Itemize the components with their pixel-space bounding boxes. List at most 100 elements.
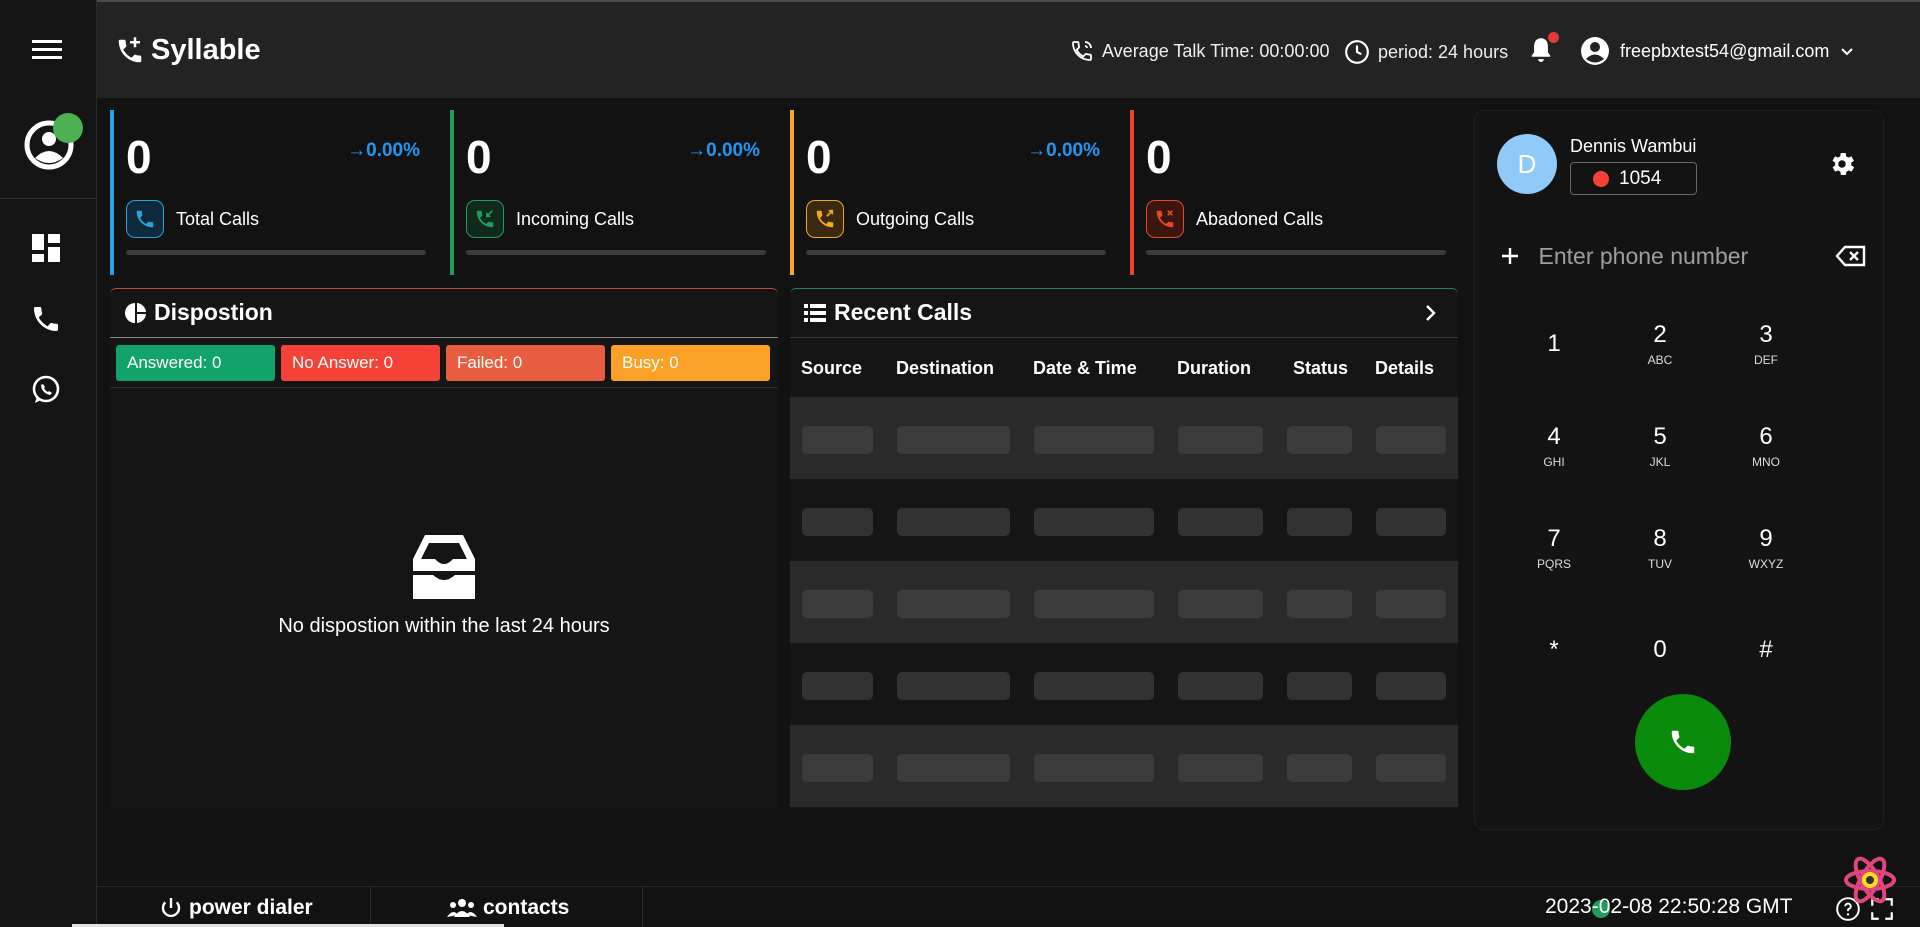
stat-label: Outgoing Calls xyxy=(856,209,975,229)
key-digit: 0 xyxy=(1653,636,1667,663)
pie-chart-icon xyxy=(125,302,146,323)
top-header: Syllable Average Talk Time: 00:00:00 per… xyxy=(97,0,1920,98)
keypad-key-5[interactable]: 5 JKL xyxy=(1607,395,1713,497)
divider xyxy=(790,337,1458,338)
key-letters: WXYZ xyxy=(1748,557,1784,571)
extension-number: 1054 xyxy=(1619,167,1662,189)
keypad-key-hash[interactable]: # xyxy=(1713,599,1819,701)
chip-failed[interactable]: Failed: 0 xyxy=(446,345,605,381)
key-letters: MNO xyxy=(1752,455,1780,469)
bell-icon[interactable] xyxy=(1527,32,1559,66)
sidebar-divider xyxy=(0,198,97,199)
agent-name: Dennis Wambui xyxy=(1570,136,1697,156)
keypad-key-6[interactable]: 6 MNO xyxy=(1713,395,1819,497)
stat-progress-track xyxy=(806,250,1106,255)
chip-no-answer[interactable]: No Answer: 0 xyxy=(281,345,440,381)
skeleton-cell xyxy=(1178,590,1263,618)
stat-accent-bar xyxy=(450,110,454,275)
keypad-key-4[interactable]: 4 GHI xyxy=(1501,395,1607,497)
chip-busy[interactable]: Busy: 0 xyxy=(611,345,770,381)
column-header[interactable]: Source xyxy=(801,358,862,379)
keypad-key-7[interactable]: 7 PQRS xyxy=(1501,497,1607,599)
period-label: period: 24 hours xyxy=(1378,41,1509,62)
skeleton-cell xyxy=(802,508,873,536)
skeleton-cell xyxy=(1178,426,1263,454)
phone-in-talk-icon xyxy=(1072,41,1092,61)
skeleton-cell xyxy=(802,754,873,782)
keypad-key-8[interactable]: 8 TUV xyxy=(1607,497,1713,599)
skeleton-cell xyxy=(1178,672,1263,700)
dashboard-icon[interactable] xyxy=(30,232,66,268)
phone-icon xyxy=(126,200,164,238)
chevron-down-icon xyxy=(1841,48,1854,56)
empty-message: No dispostion within the last 24 hours xyxy=(278,615,610,637)
column-header[interactable]: Details xyxy=(1375,358,1434,379)
phone-number-input[interactable] xyxy=(1526,242,1835,270)
key-letters: TUV xyxy=(1648,557,1672,571)
skeleton-cell xyxy=(1034,508,1154,536)
column-header[interactable]: Destination xyxy=(896,358,994,379)
extension-selector[interactable]: 1054 xyxy=(1570,162,1697,195)
whatsapp-icon[interactable] xyxy=(30,374,66,410)
menu-icon[interactable] xyxy=(32,37,62,63)
skeleton-cell xyxy=(1178,508,1263,536)
chevron-right-icon[interactable] xyxy=(1420,303,1440,323)
skeleton-cell xyxy=(1287,754,1352,782)
stat-progress-track xyxy=(1146,250,1446,255)
column-header[interactable]: Status xyxy=(1293,358,1348,379)
phone-icon[interactable] xyxy=(30,303,66,339)
keypad-key-2[interactable]: 2 ABC xyxy=(1607,293,1713,395)
skeleton-cell xyxy=(1376,508,1446,536)
stat-accent-bar xyxy=(110,110,114,275)
skeleton-cell xyxy=(897,590,1010,618)
keypad-key-0[interactable]: 0 xyxy=(1607,599,1713,701)
skeleton-cell xyxy=(897,426,1010,454)
power-icon xyxy=(161,897,181,917)
key-letters: ABC xyxy=(1647,353,1673,367)
contacts-label: contacts xyxy=(483,895,570,919)
contacts-button[interactable]: contacts xyxy=(447,887,569,927)
stat-value: 0 xyxy=(806,131,832,183)
user-menu[interactable]: freepbxtest54@gmail.com xyxy=(1580,36,1855,66)
gear-icon[interactable] xyxy=(1827,149,1857,179)
keypad-key-star[interactable]: * xyxy=(1501,599,1607,701)
current-datetime: 2023-02-08 22:50:28 GMT xyxy=(1545,895,1793,918)
keypad-key-1[interactable]: 1 xyxy=(1501,293,1607,395)
recent-calls-title: Recent Calls xyxy=(834,299,973,325)
chip-answered[interactable]: Answered: 0 xyxy=(116,345,275,381)
react-devtools-icon[interactable] xyxy=(1842,852,1898,908)
call-button[interactable] xyxy=(1635,694,1731,790)
key-digit: 7 xyxy=(1547,525,1561,552)
inbox-icon xyxy=(413,535,475,599)
phone-missed-icon xyxy=(1146,200,1184,238)
brand[interactable]: Syllable xyxy=(115,34,261,67)
keypad-key-9[interactable]: 9 WXYZ xyxy=(1713,497,1819,599)
table-header: Source Destination Date & Time Duration … xyxy=(790,339,1458,397)
key-digit: * xyxy=(1549,636,1559,663)
left-sidebar xyxy=(0,0,97,927)
key-digit: 6 xyxy=(1759,423,1773,450)
divider xyxy=(110,337,778,338)
power-dialer-label: power dialer xyxy=(189,895,313,919)
stat-value: 0 xyxy=(1146,131,1172,183)
column-header[interactable]: Date & Time xyxy=(1033,358,1137,379)
column-header[interactable]: Duration xyxy=(1177,358,1251,379)
key-digit: 1 xyxy=(1547,330,1561,357)
keypad-key-3[interactable]: 3 DEF xyxy=(1713,293,1819,395)
skeleton-cell xyxy=(802,672,873,700)
plus-icon[interactable] xyxy=(1493,236,1527,276)
skeleton-cell xyxy=(1376,426,1446,454)
key-letters: PQRS xyxy=(1536,557,1571,571)
keypad: 1 2 ABC 3 DEF 4 GHI 5 JKL 6 MNO 7 PQRS 8 TUV 9 W… xyxy=(1501,293,1819,701)
skeleton-cell xyxy=(1034,426,1154,454)
notification-dot xyxy=(1548,32,1559,43)
dialer-panel: D Dennis Wambui 1054 1 2 ABC 3 DEF 4 GHI 5 J… xyxy=(1474,110,1884,830)
key-digit: 8 xyxy=(1653,525,1667,552)
power-dialer-button[interactable]: power dialer xyxy=(159,887,313,927)
skeleton-cell xyxy=(1376,672,1446,700)
stat-progress-track xyxy=(126,250,426,255)
backspace-icon[interactable] xyxy=(1835,236,1869,276)
group-icon xyxy=(447,898,477,917)
skeleton-cell xyxy=(1287,672,1352,700)
disposition-title: Dispostion xyxy=(154,299,273,325)
